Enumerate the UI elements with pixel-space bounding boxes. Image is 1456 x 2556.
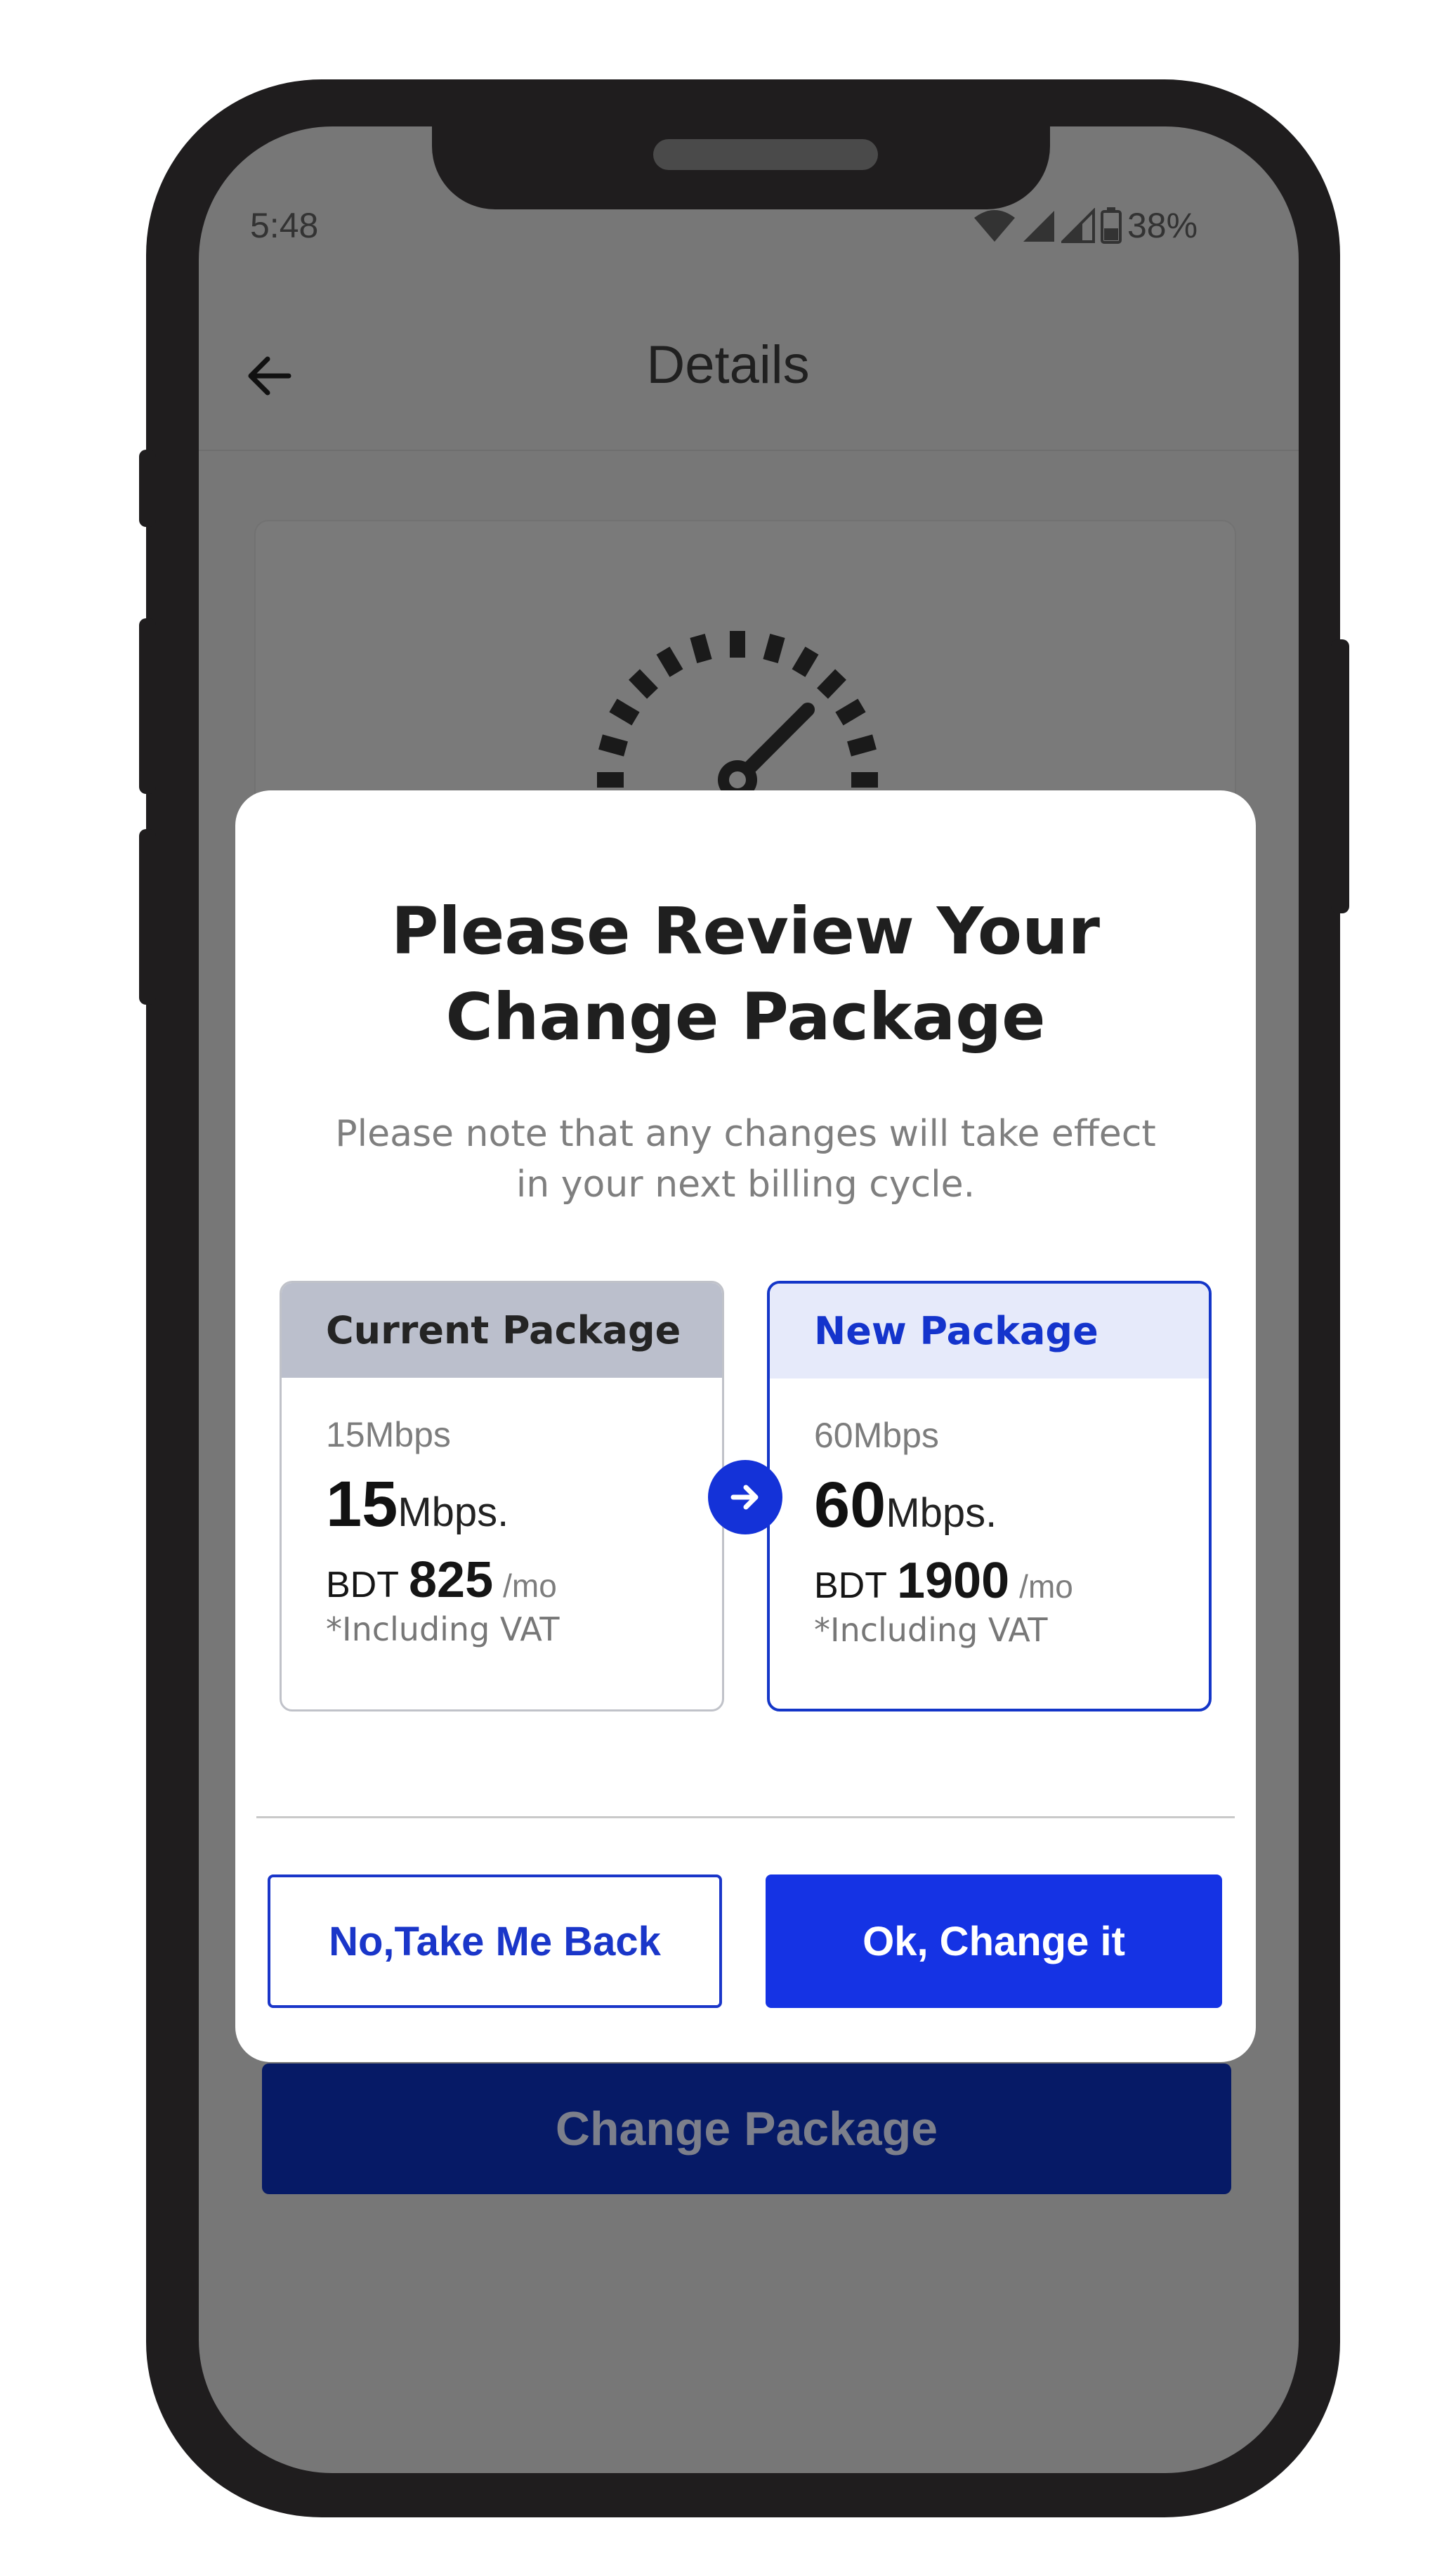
phone-volume-down-button [139,829,156,1005]
current-speed-value: 15 [326,1468,398,1540]
new-package-card: New Package 60Mbps 60 Mbps. BDT 1900 /mo… [767,1281,1212,1711]
modal-note-line: in your next billing cycle. [516,1163,976,1206]
modal-title-line: Please Review Your [391,894,1101,969]
package-arrow [708,1460,782,1534]
change-package-button: Change Package [262,2063,1231,2194]
new-package-price: BDT 1900 /mo [814,1552,1209,1610]
confirm-change-button[interactable]: Ok, Change it [766,1874,1222,2008]
new-price-amount: 1900 [897,1553,1010,1609]
status-time: 5:48 [250,206,319,245]
arrow-right-icon [730,1485,759,1510]
current-price-period: /mo [503,1567,557,1604]
modal-note-line: Please note that any changes will take e… [335,1113,1156,1155]
header-divider [199,450,1299,451]
current-vat-note: *Including VAT [326,1610,560,1648]
new-vat-note: *Including VAT [814,1611,1048,1649]
current-speed-unit: Mbps. [398,1489,509,1535]
page-title: Details [646,335,810,395]
phone-volume-up-button [139,618,156,794]
current-package-header: Current Package [282,1283,722,1378]
battery-icon [1101,207,1122,244]
signal-icon [1061,208,1095,243]
battery-percent: 38% [1127,206,1198,245]
wifi-icon [974,210,1015,242]
signal-icon [1023,211,1054,242]
review-package-modal: Please Review Your Change Package Please… [235,790,1256,2062]
current-package-card: Current Package 15Mbps 15 Mbps. BDT 825 … [280,1281,724,1711]
modal-divider [256,1816,1235,1818]
current-package-speed: 15 Mbps. [326,1468,722,1541]
take-me-back-button[interactable]: No,Take Me Back [268,1874,722,2008]
phone-power-button [1331,639,1349,913]
phone-speaker [653,139,878,170]
speedometer-icon [597,631,878,800]
new-price-currency: BDT [814,1565,887,1606]
new-price-period: /mo [1019,1568,1073,1605]
current-price-currency: BDT [326,1565,399,1605]
new-speed-value: 60 [814,1469,886,1541]
current-price-amount: 825 [409,1552,494,1608]
modal-title: Please Review Your Change Package [235,889,1256,1060]
modal-note: Please note that any changes will take e… [235,1109,1256,1210]
current-package-price: BDT 825 /mo [326,1551,722,1609]
phone-side-button [139,450,156,527]
new-package-speed: 60 Mbps. [814,1468,1209,1542]
current-package-name: 15Mbps [326,1415,451,1454]
new-speed-unit: Mbps. [886,1490,997,1536]
new-package-name: 60Mbps [814,1416,939,1455]
new-package-header: New Package [770,1284,1209,1378]
modal-title-line: Change Package [445,979,1046,1055]
status-icons: 38% [973,205,1198,246]
